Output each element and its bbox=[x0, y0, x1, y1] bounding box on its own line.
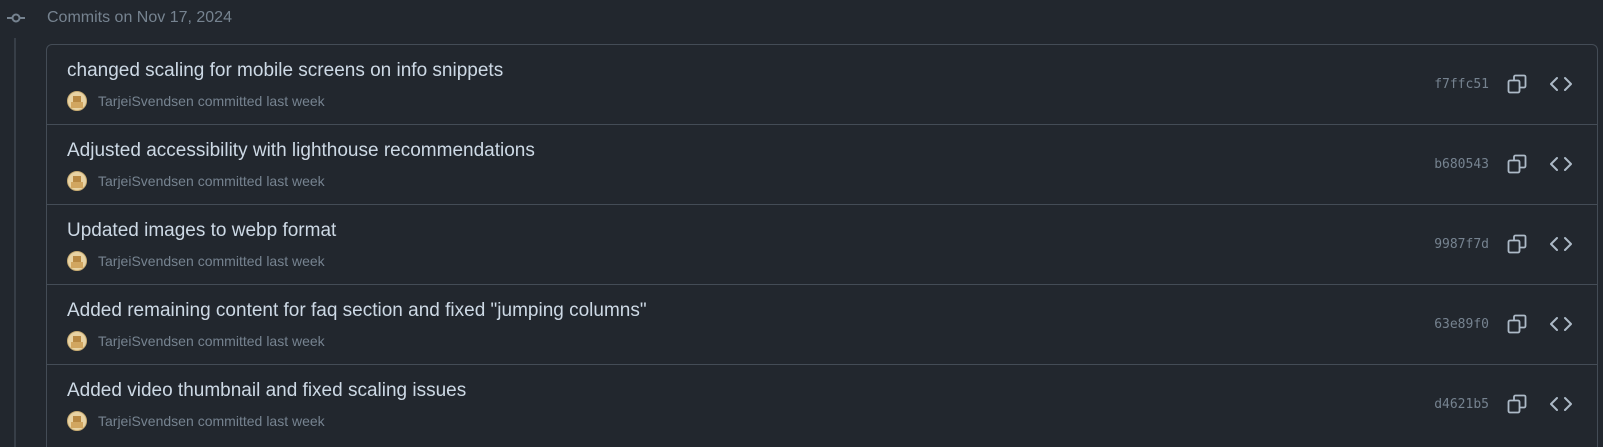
commit-time: last week bbox=[266, 93, 325, 109]
browse-files-button[interactable] bbox=[1549, 312, 1573, 336]
commit-message-link[interactable]: Updated images to webp format bbox=[67, 219, 336, 243]
commits-page: Commits on Nov 17, 2024 changed scaling … bbox=[0, 0, 1603, 447]
commit-list: changed scaling for mobile screens on in… bbox=[46, 44, 1598, 447]
browse-files-button[interactable] bbox=[1549, 392, 1573, 416]
commit-meta: TarjeiSvendsen committed last week bbox=[67, 330, 325, 352]
commit-group-header: Commits on Nov 17, 2024 bbox=[0, 0, 1603, 36]
commit-time: last week bbox=[266, 333, 325, 349]
commit-meta: TarjeiSvendsen committed last week bbox=[67, 90, 325, 112]
browse-files-button[interactable] bbox=[1549, 72, 1573, 96]
code-icon bbox=[1550, 317, 1572, 331]
author-avatar[interactable] bbox=[67, 251, 87, 271]
copy-icon bbox=[1507, 234, 1527, 254]
copy-icon bbox=[1507, 74, 1527, 94]
author-avatar[interactable] bbox=[67, 91, 87, 111]
commit-meta: TarjeiSvendsen committed last week bbox=[67, 170, 325, 192]
author-link[interactable]: TarjeiSvendsen bbox=[98, 173, 194, 189]
commit-verb: committed bbox=[197, 173, 263, 189]
commit-sha-link[interactable]: f7ffc51 bbox=[1434, 76, 1489, 94]
author-link[interactable]: TarjeiSvendsen bbox=[98, 253, 194, 269]
commit-verb: committed bbox=[197, 93, 263, 109]
commit-verb: committed bbox=[197, 253, 263, 269]
git-commit-icon bbox=[6, 10, 26, 26]
commit-message-link[interactable]: Adjusted accessibility with lighthouse r… bbox=[67, 139, 535, 163]
commit-verb: committed bbox=[197, 333, 263, 349]
copy-sha-button[interactable] bbox=[1505, 392, 1529, 416]
commit-row: Adjusted accessibility with lighthouse r… bbox=[47, 125, 1597, 205]
author-link[interactable]: TarjeiSvendsen bbox=[98, 413, 194, 429]
commit-row: Updated images to webp format TarjeiSven… bbox=[47, 205, 1597, 285]
browse-files-button[interactable] bbox=[1549, 232, 1573, 256]
commit-time: last week bbox=[266, 253, 325, 269]
browse-files-button[interactable] bbox=[1549, 152, 1573, 176]
commit-sha-link[interactable]: b680543 bbox=[1434, 156, 1489, 174]
copy-icon bbox=[1507, 154, 1527, 174]
code-icon bbox=[1550, 77, 1572, 91]
copy-sha-button[interactable] bbox=[1505, 232, 1529, 256]
copy-sha-button[interactable] bbox=[1505, 72, 1529, 96]
code-icon bbox=[1550, 397, 1572, 411]
commit-message-link[interactable]: Added remaining content for faq section … bbox=[67, 299, 647, 323]
commit-message-link[interactable]: Added video thumbnail and fixed scaling … bbox=[67, 379, 466, 403]
commit-verb: committed bbox=[197, 413, 263, 429]
commit-row: changed scaling for mobile screens on in… bbox=[47, 45, 1597, 125]
copy-sha-button[interactable] bbox=[1505, 152, 1529, 176]
commit-meta: TarjeiSvendsen committed last week bbox=[67, 250, 325, 272]
copy-icon bbox=[1507, 314, 1527, 334]
code-icon bbox=[1550, 237, 1572, 251]
commit-sha-link[interactable]: 63e89f0 bbox=[1434, 316, 1489, 334]
commit-time: last week bbox=[266, 413, 325, 429]
author-avatar[interactable] bbox=[67, 171, 87, 191]
copy-sha-button[interactable] bbox=[1505, 312, 1529, 336]
commit-row: Added video thumbnail and fixed scaling … bbox=[47, 365, 1597, 444]
author-avatar[interactable] bbox=[67, 331, 87, 351]
author-avatar[interactable] bbox=[67, 411, 87, 431]
commit-row: Added remaining content for faq section … bbox=[47, 285, 1597, 365]
commit-time: last week bbox=[266, 173, 325, 189]
commit-meta: TarjeiSvendsen committed last week bbox=[67, 410, 325, 432]
timeline-rail bbox=[14, 38, 16, 447]
commit-sha-link[interactable]: d4621b5 bbox=[1434, 396, 1489, 414]
commit-group-title: Commits on Nov 17, 2024 bbox=[47, 9, 232, 26]
copy-icon bbox=[1507, 394, 1527, 414]
commit-sha-link[interactable]: 9987f7d bbox=[1434, 236, 1489, 254]
author-link[interactable]: TarjeiSvendsen bbox=[98, 333, 194, 349]
code-icon bbox=[1550, 157, 1572, 171]
commit-message-link[interactable]: changed scaling for mobile screens on in… bbox=[67, 59, 503, 83]
author-link[interactable]: TarjeiSvendsen bbox=[98, 93, 194, 109]
